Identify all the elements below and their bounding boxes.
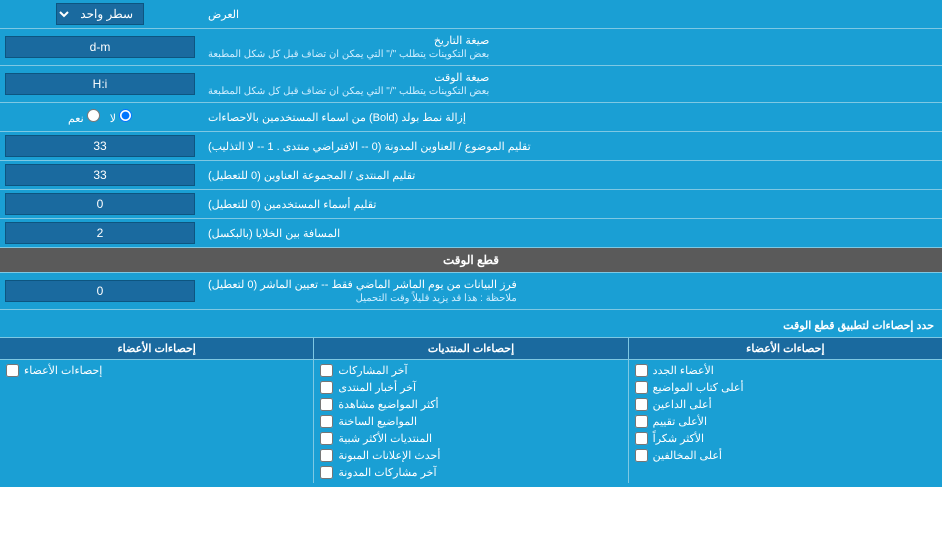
bold-remove-row: إزالة نمط بولد (Bold) من اسماء المستخدمي… <box>0 103 942 132</box>
members-trim-label: تقليم أسماء المستخدمين (0 للتعطيل) <box>200 190 942 218</box>
col3-checkboxes: إحصاءات الأعضاء <box>0 360 313 483</box>
list-item: أكثر المواضيع مشاهدة <box>320 396 621 413</box>
list-item: آخر أخبار المنتدى <box>320 379 621 396</box>
topics-trim-label: تقليم الموضوع / العناوين المدونة (0 -- ا… <box>200 132 942 160</box>
realtime-input-cell[interactable]: 0 <box>0 273 200 309</box>
col1-checkboxes: الأعضاء الجدد أعلى كتاب المواضيع أعلى ال… <box>628 360 942 483</box>
col3-header: إحصاءات الأعضاء <box>0 338 313 359</box>
display-select[interactable]: سطر واحد سطرين ثلاثة أسطر <box>56 3 144 25</box>
topics-trim-input-cell[interactable]: 33 <box>0 132 200 160</box>
date-format-label: صيغة التاريخ بعض التكوينات يتطلب "/" الت… <box>200 29 942 65</box>
checkbox-top-rated[interactable] <box>635 415 648 428</box>
checkbox-last-news[interactable] <box>320 381 333 394</box>
checkbox-most-viewed[interactable] <box>320 398 333 411</box>
realtime-label: فرز البيانات من يوم الماشر الماضي فقط --… <box>200 273 942 309</box>
checkbox-top-violators[interactable] <box>635 449 648 462</box>
gap-label: المسافة بين الخلايا (بالبكسل) <box>200 219 942 247</box>
list-item: أعلى المخالفين <box>635 447 936 464</box>
forum-trim-input[interactable]: 33 <box>5 164 195 186</box>
list-item: إحصاءات الأعضاء <box>6 362 307 379</box>
realtime-row: فرز البيانات من يوم الماشر الماضي فقط --… <box>0 273 942 310</box>
apply-label: حدد إحصاءات لتطبيق قطع الوقت <box>0 314 942 337</box>
checkbox-top-inviters[interactable] <box>635 398 648 411</box>
checkbox-last-posts[interactable] <box>320 364 333 377</box>
bottom-section: حدد إحصاءات لتطبيق قطع الوقت إحصاءات الأ… <box>0 310 942 487</box>
list-item: آخر المشاركات <box>320 362 621 379</box>
list-item: الأعضاء الجدد <box>635 362 936 379</box>
col2-header: إحصاءات المنتديات <box>313 338 627 359</box>
realtime-section-header: قطع الوقت <box>0 248 942 273</box>
members-trim-row: تقليم أسماء المستخدمين (0 للتعطيل) 0 <box>0 190 942 219</box>
date-format-row: صيغة التاريخ بعض التكوينات يتطلب "/" الت… <box>0 29 942 66</box>
list-item: المنتديات الأكثر شبية <box>320 430 621 447</box>
apply-row: حدد إحصاءات لتطبيق قطع الوقت <box>0 314 942 338</box>
realtime-input[interactable]: 0 <box>5 280 195 302</box>
list-item: أعلى كتاب المواضيع <box>635 379 936 396</box>
list-item: أعلى الداعين <box>635 396 936 413</box>
radio-no[interactable] <box>119 109 132 122</box>
list-item: أحدث الإعلانات المبونة <box>320 447 621 464</box>
checkbox-most-thanked[interactable] <box>635 432 648 445</box>
time-format-row: صيغة الوقت بعض التكوينات يتطلب "/" التي … <box>0 66 942 103</box>
radio-no-label[interactable]: لا <box>110 109 132 125</box>
gap-row: المسافة بين الخلايا (بالبكسل) 2 <box>0 219 942 248</box>
bold-remove-label: إزالة نمط بولد (Bold) من اسماء المستخدمي… <box>200 103 942 131</box>
time-format-label: صيغة الوقت بعض التكوينات يتطلب "/" التي … <box>200 66 942 102</box>
checkbox-last-blog-posts[interactable] <box>320 466 333 479</box>
checkbox-top-topic-writers[interactable] <box>635 381 648 394</box>
time-format-input[interactable]: H:i <box>5 73 195 95</box>
radio-yes[interactable] <box>87 109 100 122</box>
list-item: الأكثر شكراً <box>635 430 936 447</box>
forum-trim-label: تقليم المنتدى / المجموعة العناوين (0 للت… <box>200 161 942 189</box>
date-format-input-cell[interactable]: d-m <box>0 29 200 65</box>
time-format-input-cell[interactable]: H:i <box>0 66 200 102</box>
list-item: المواضيع الساخنة <box>320 413 621 430</box>
list-item: آخر مشاركات المدونة <box>320 464 621 481</box>
bold-radio-group: لا نعم <box>60 106 140 128</box>
forum-trim-row: تقليم المنتدى / المجموعة العناوين (0 للت… <box>0 161 942 190</box>
gap-input-cell[interactable]: 2 <box>0 219 200 247</box>
members-trim-input-cell[interactable]: 0 <box>0 190 200 218</box>
checkbox-member-stats[interactable] <box>6 364 19 377</box>
checkbox-area: الأعضاء الجدد أعلى كتاب المواضيع أعلى ال… <box>0 360 942 483</box>
gap-input[interactable]: 2 <box>5 222 195 244</box>
forum-trim-input-cell[interactable]: 33 <box>0 161 200 189</box>
col-headers: إحصاءات الأعضاء إحصاءات المنتديات إحصاءا… <box>0 338 942 360</box>
topics-trim-input[interactable]: 33 <box>5 135 195 157</box>
checkbox-most-popular-forums[interactable] <box>320 432 333 445</box>
radio-yes-label[interactable]: نعم <box>68 109 100 125</box>
checkbox-latest-announcements[interactable] <box>320 449 333 462</box>
main-label: العرض <box>200 0 942 28</box>
date-format-input[interactable]: d-m <box>5 36 195 58</box>
bold-remove-radio-cell[interactable]: لا نعم <box>0 103 200 131</box>
display-select-cell[interactable]: سطر واحد سطرين ثلاثة أسطر <box>0 0 200 28</box>
members-trim-input[interactable]: 0 <box>5 193 195 215</box>
col1-header: إحصاءات الأعضاء <box>628 338 942 359</box>
col2-checkboxes: آخر المشاركات آخر أخبار المنتدى أكثر الم… <box>313 360 627 483</box>
checkbox-hot-topics[interactable] <box>320 415 333 428</box>
checkbox-new-members[interactable] <box>635 364 648 377</box>
main-header-row: العرض سطر واحد سطرين ثلاثة أسطر <box>0 0 942 29</box>
list-item: الأعلى تقييم <box>635 413 936 430</box>
topics-trim-row: تقليم الموضوع / العناوين المدونة (0 -- ا… <box>0 132 942 161</box>
